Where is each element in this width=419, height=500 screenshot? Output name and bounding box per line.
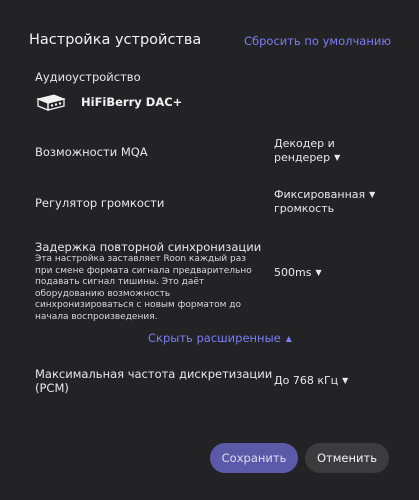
volume-value-line2: громкость [274, 202, 335, 215]
cancel-button[interactable]: Отменить [305, 443, 389, 473]
max-sample-rate-value: До 768 кГц [274, 374, 339, 387]
volume-value-line1: Фиксированная [274, 188, 366, 201]
max-sample-rate-dropdown[interactable]: До 768 кГц ▼ [274, 374, 348, 388]
chevron-down-icon: ▼ [334, 153, 341, 162]
resync-delay-description: Эта настройка заставляет Roon каждый раз… [35, 254, 252, 322]
mqa-label: Возможности MQA [35, 145, 148, 159]
chevron-down-icon: ▼ [369, 190, 376, 199]
device-row: HiFiBerry DAC+ [35, 92, 255, 112]
max-sample-rate-label-line2: (PCM) [35, 381, 69, 395]
chevron-up-icon: ▲ [285, 334, 292, 343]
resync-delay-dropdown[interactable]: 500ms ▼ [274, 266, 322, 280]
dialog-title: Настройка устройства [29, 32, 202, 48]
max-sample-rate-label: Максимальная частота дискретизации (PCM) [35, 367, 272, 395]
reset-defaults-link[interactable]: Сбросить по умолчанию [244, 34, 391, 48]
resync-delay-label: Задержка повторной синхронизации [35, 240, 262, 254]
dac-icon [36, 94, 66, 111]
mqa-value-line2: рендерер [274, 151, 331, 164]
mqa-dropdown[interactable]: Декодер и рендерер ▼ [274, 137, 340, 165]
chevron-down-icon: ▼ [342, 376, 349, 385]
save-button[interactable]: Сохранить [210, 443, 298, 473]
hide-advanced-toggle[interactable]: Скрыть расширенные ▲ [148, 331, 292, 345]
chevron-down-icon: ▼ [315, 268, 322, 277]
mqa-value-line1: Декодер и [274, 137, 335, 150]
hide-advanced-label: Скрыть расширенные [148, 331, 281, 345]
volume-control-dropdown[interactable]: Фиксированная ▼ громкость [274, 188, 375, 216]
volume-control-label: Регулятор громкости [35, 196, 165, 210]
device-name: HiFiBerry DAC+ [81, 95, 183, 109]
max-sample-rate-label-line1: Максимальная частота дискретизации [35, 367, 273, 381]
resync-value: 500ms [274, 266, 312, 279]
audio-device-label: Аудиоустройство [35, 70, 141, 84]
dialog-header: Настройка устройства Сбросить по умолчан… [29, 30, 391, 54]
